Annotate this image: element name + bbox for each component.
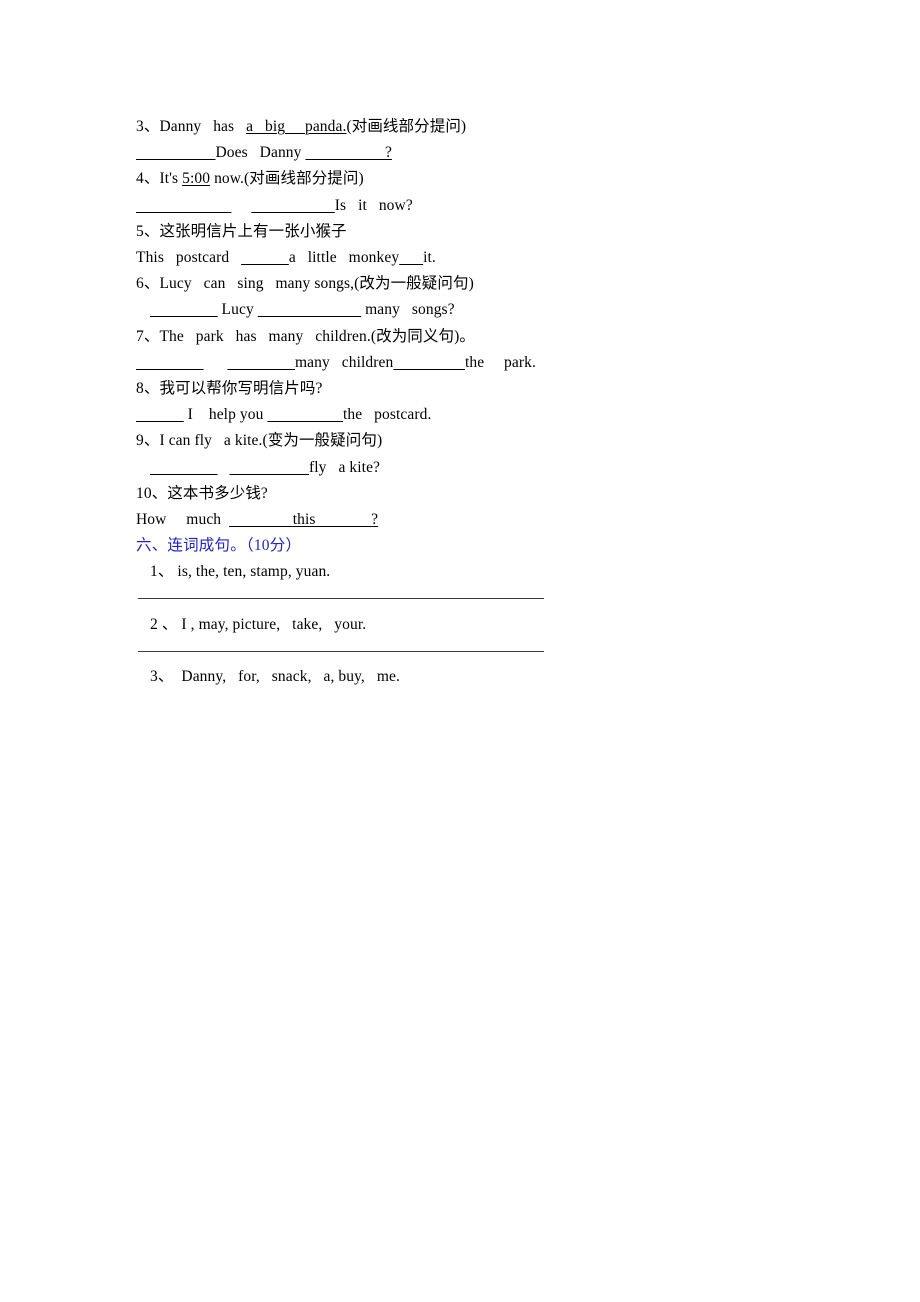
question-4-stem-before: It's — [159, 170, 183, 188]
section-six-heading: 六、连词成句。（10分） — [136, 537, 302, 555]
section-six-answer-row-2 — [136, 638, 836, 664]
section-six-item-1-words: is, the, ten, stamp, yuan. — [173, 563, 331, 581]
question-8-number: 8、 — [136, 380, 160, 398]
question-4-answer: Is it now? — [136, 193, 836, 219]
question-4-blank-1[interactable] — [136, 197, 231, 214]
question-7-blank-1[interactable] — [136, 354, 204, 371]
section-six-answer-row-1 — [136, 586, 836, 612]
section-six-answer-rule-2[interactable] — [138, 650, 544, 652]
section-six-answer-rule-1[interactable] — [138, 598, 544, 600]
question-9-answer-tail: fly a kite? — [309, 458, 381, 476]
worksheet-content: 3、Danny has a big panda.(对画线部分提问) Does D… — [136, 114, 836, 690]
question-7-answer: many children the park. — [136, 350, 836, 376]
question-7-blank-3[interactable] — [393, 354, 465, 371]
section-six-item-3: 3、 Danny, for, snack, a, buy, me. — [136, 664, 836, 690]
section-six-item-2-number: 2 、 — [150, 615, 178, 633]
question-4-underlined-phrase: 5:00 — [182, 170, 211, 188]
question-7-answer-gap — [204, 354, 228, 371]
question-8-blank-1[interactable] — [136, 406, 184, 423]
question-10-stem: 10、这本书多少钱? — [136, 481, 836, 507]
question-7-stem: 7、The park has many children.(改为同义句)。 — [136, 324, 836, 350]
question-8-answer-tail: the postcard. — [342, 406, 432, 424]
question-5-answer-before: This postcard — [136, 249, 242, 267]
question-3-answer: Does Danny ? — [136, 140, 836, 166]
question-4-stem-instruction: now.(对画线部分提问) — [210, 170, 364, 188]
question-4-stem: 4、It's 5:00 now.(对画线部分提问) — [136, 166, 836, 192]
question-9-stem-text: I can fly a kite.(变为一般疑问句) — [159, 432, 383, 450]
question-9-stem: 9、I can fly a kite.(变为一般疑问句) — [136, 428, 836, 454]
question-8-answer: I help you the postcard. — [136, 402, 836, 428]
question-6-number: 6、 — [136, 275, 160, 293]
question-5-answer: This postcard a little monkey it. — [136, 245, 836, 271]
question-10-answer-tail: ? — [371, 511, 379, 529]
question-10-blank-1[interactable] — [229, 511, 293, 528]
question-9-number: 9、 — [136, 432, 160, 450]
question-8-answer-mid: I help you — [183, 406, 268, 424]
question-4-answer-tail: Is it now? — [334, 196, 413, 214]
section-six-item-3-number: 3、 — [150, 668, 174, 686]
section-six-item-2-words: I , may, picture, take, your. — [177, 615, 367, 633]
question-8-stem-text: 我可以帮你写明信片吗? — [159, 380, 323, 398]
question-3-stem-instruction: (对画线部分提问) — [346, 118, 467, 135]
worksheet-page: 3、Danny has a big panda.(对画线部分提问) Does D… — [0, 0, 920, 1302]
question-9-blank-1[interactable] — [150, 459, 218, 476]
question-6-answer-mid: Lucy — [217, 301, 258, 319]
question-3-number: 3、 — [136, 118, 160, 135]
question-7-answer-tail: the park. — [464, 353, 536, 371]
section-six-item-2: 2 、 I , may, picture, take, your. — [136, 612, 836, 638]
section-six-item-3-words: Danny, for, snack, a, buy, me. — [173, 668, 400, 686]
question-7-answer-mid: many children — [295, 353, 394, 371]
question-3-answer-tail: ? — [384, 144, 392, 162]
question-10-answer-before: How much — [136, 511, 230, 529]
question-8-stem: 8、我可以帮你写明信片吗? — [136, 376, 836, 402]
question-4-number: 4、 — [136, 170, 160, 188]
question-7-number: 7、 — [136, 327, 160, 345]
question-6-blank-1[interactable] — [150, 301, 218, 318]
question-7-blank-2[interactable] — [227, 354, 295, 371]
question-3-stem-before: Danny has — [159, 118, 247, 135]
section-six-item-1: 1、 is, the, ten, stamp, yuan. — [136, 559, 836, 585]
question-9-blank-2[interactable] — [230, 459, 310, 476]
question-3-underlined-phrase: a big panda. — [246, 118, 347, 135]
question-4-answer-gap — [231, 197, 251, 214]
question-6-blank-2[interactable] — [258, 301, 361, 318]
question-10-stem-text: 这本书多少钱? — [167, 484, 268, 502]
section-six-item-1-number: 1、 — [150, 563, 174, 581]
question-5-number: 5、 — [136, 222, 160, 240]
question-10-blank-2[interactable] — [316, 511, 372, 528]
question-8-blank-2[interactable] — [267, 406, 343, 423]
question-6-stem-text: Lucy can sing many songs,(改为一般疑问句) — [159, 275, 474, 293]
question-6-stem: 6、Lucy can sing many songs,(改为一般疑问句) — [136, 271, 836, 297]
question-4-blank-2[interactable] — [251, 197, 334, 214]
question-3-answer-mid: Does Danny — [215, 144, 306, 162]
question-3-blank-2[interactable] — [305, 144, 385, 161]
question-3-blank-1[interactable] — [136, 144, 216, 161]
question-5-stem-text: 这张明信片上有一张小猴子 — [159, 222, 347, 240]
question-9-answer-gap — [218, 459, 230, 476]
question-7-stem-text: The park has many children.(改为同义句)。 — [159, 327, 475, 345]
question-10-answer: How much this ? — [136, 507, 836, 533]
question-10-answer-mid: this — [292, 511, 316, 529]
question-10-number: 10、 — [136, 484, 168, 502]
question-5-answer-tail: it. — [423, 249, 436, 267]
question-9-answer: fly a kite? — [136, 455, 836, 481]
question-6-answer: Lucy many songs? — [136, 297, 836, 323]
question-5-answer-mid: a little monkey — [288, 249, 400, 267]
question-5-stem: 5、这张明信片上有一张小猴子 — [136, 219, 836, 245]
question-5-blank-2[interactable] — [399, 249, 423, 266]
question-5-blank-1[interactable] — [241, 249, 289, 266]
question-3-stem: 3、Danny has a big panda.(对画线部分提问) — [136, 114, 836, 140]
question-6-answer-tail: many songs? — [361, 301, 455, 319]
